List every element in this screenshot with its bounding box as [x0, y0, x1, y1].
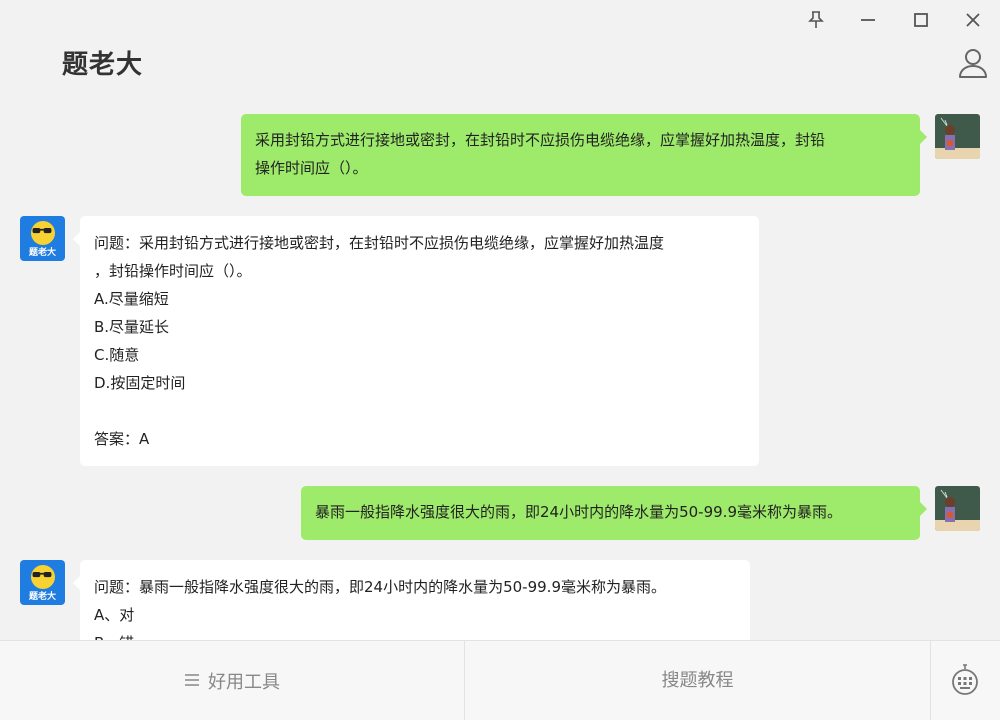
- user-profile-icon[interactable]: [956, 46, 990, 80]
- bot-avatar-label: 题老大: [28, 248, 56, 258]
- tutorial-tab-label: 搜题教程: [661, 670, 734, 691]
- answer-line: 答案：A: [94, 430, 150, 448]
- message-line: 暴雨一般指降水强度很大的雨，即24小时内的降水量为50-99.9毫米称为暴雨。: [315, 503, 842, 521]
- option-line: B、错: [94, 629, 736, 640]
- close-icon[interactable]: [960, 8, 986, 32]
- divider: [930, 641, 931, 720]
- tutorial-tab[interactable]: 搜题教程: [465, 641, 930, 720]
- answer-line: ，封铅操作时间应（）。: [94, 262, 252, 280]
- tools-tab-label: 好用工具: [208, 672, 280, 693]
- bottom-bar: 好用工具 搜题教程: [0, 640, 1000, 720]
- bot-avatar: 题老大: [20, 216, 65, 261]
- bot-answer-bubble: 问题：采用封铅方式进行接地或密封，在封铅时不应损伤电缆绝缘，应掌握好加热温度 ，…: [73, 216, 759, 466]
- bot-avatar-label: 题老大: [28, 592, 56, 602]
- app-window: 题老大 采用封铅方式进行接地或密封，在封铅时不应损伤电缆绝缘，应掌握好加热温度，…: [0, 0, 1000, 720]
- user-message-bubble: 暴雨一般指降水强度很大的雨，即24小时内的降水量为50-99.9毫米称为暴雨。: [301, 486, 927, 540]
- message-line: 操作时间应（）。: [255, 159, 368, 177]
- keyboard-icon[interactable]: [950, 663, 980, 697]
- message-line: 采用封铅方式进行接地或密封，在封铅时不应损伤电缆绝缘，应掌握好加热温度，封铅: [255, 131, 826, 149]
- user-avatar: [935, 486, 980, 531]
- user-avatar: [935, 114, 980, 159]
- user-message-bubble: 采用封铅方式进行接地或密封，在封铅时不应损伤电缆绝缘，应掌握好加热温度，封铅 操…: [241, 114, 927, 196]
- bot-avatar: 题老大: [20, 560, 65, 605]
- maximize-icon[interactable]: [908, 8, 934, 32]
- minimize-icon[interactable]: [855, 8, 881, 32]
- option-line: A.尽量缩短: [94, 290, 169, 308]
- bot-answer-bubble: 问题：暴雨一般指降水强度很大的雨，即24小时内的降水量为50-99.9毫米称为暴…: [73, 560, 750, 640]
- option-line: B.尽量延长: [94, 318, 170, 336]
- option-line: C.随意: [94, 346, 140, 364]
- option-line: D.按固定时间: [94, 374, 186, 392]
- chat-area[interactable]: 采用封铅方式进行接地或密封，在封铅时不应损伤电缆绝缘，应掌握好加热温度，封铅 操…: [0, 100, 1000, 640]
- app-title: 题老大: [62, 50, 144, 80]
- tools-tab[interactable]: 好用工具: [0, 641, 464, 720]
- option-line: A、对: [94, 606, 135, 624]
- answer-line: 问题：采用封铅方式进行接地或密封，在封铅时不应损伤电缆绝缘，应掌握好加热温度: [94, 234, 665, 252]
- answer-line: 问题：暴雨一般指降水强度很大的雨，即24小时内的降水量为50-99.9毫米称为暴…: [94, 578, 666, 596]
- menu-icon: [184, 671, 200, 692]
- pin-icon[interactable]: [803, 8, 829, 32]
